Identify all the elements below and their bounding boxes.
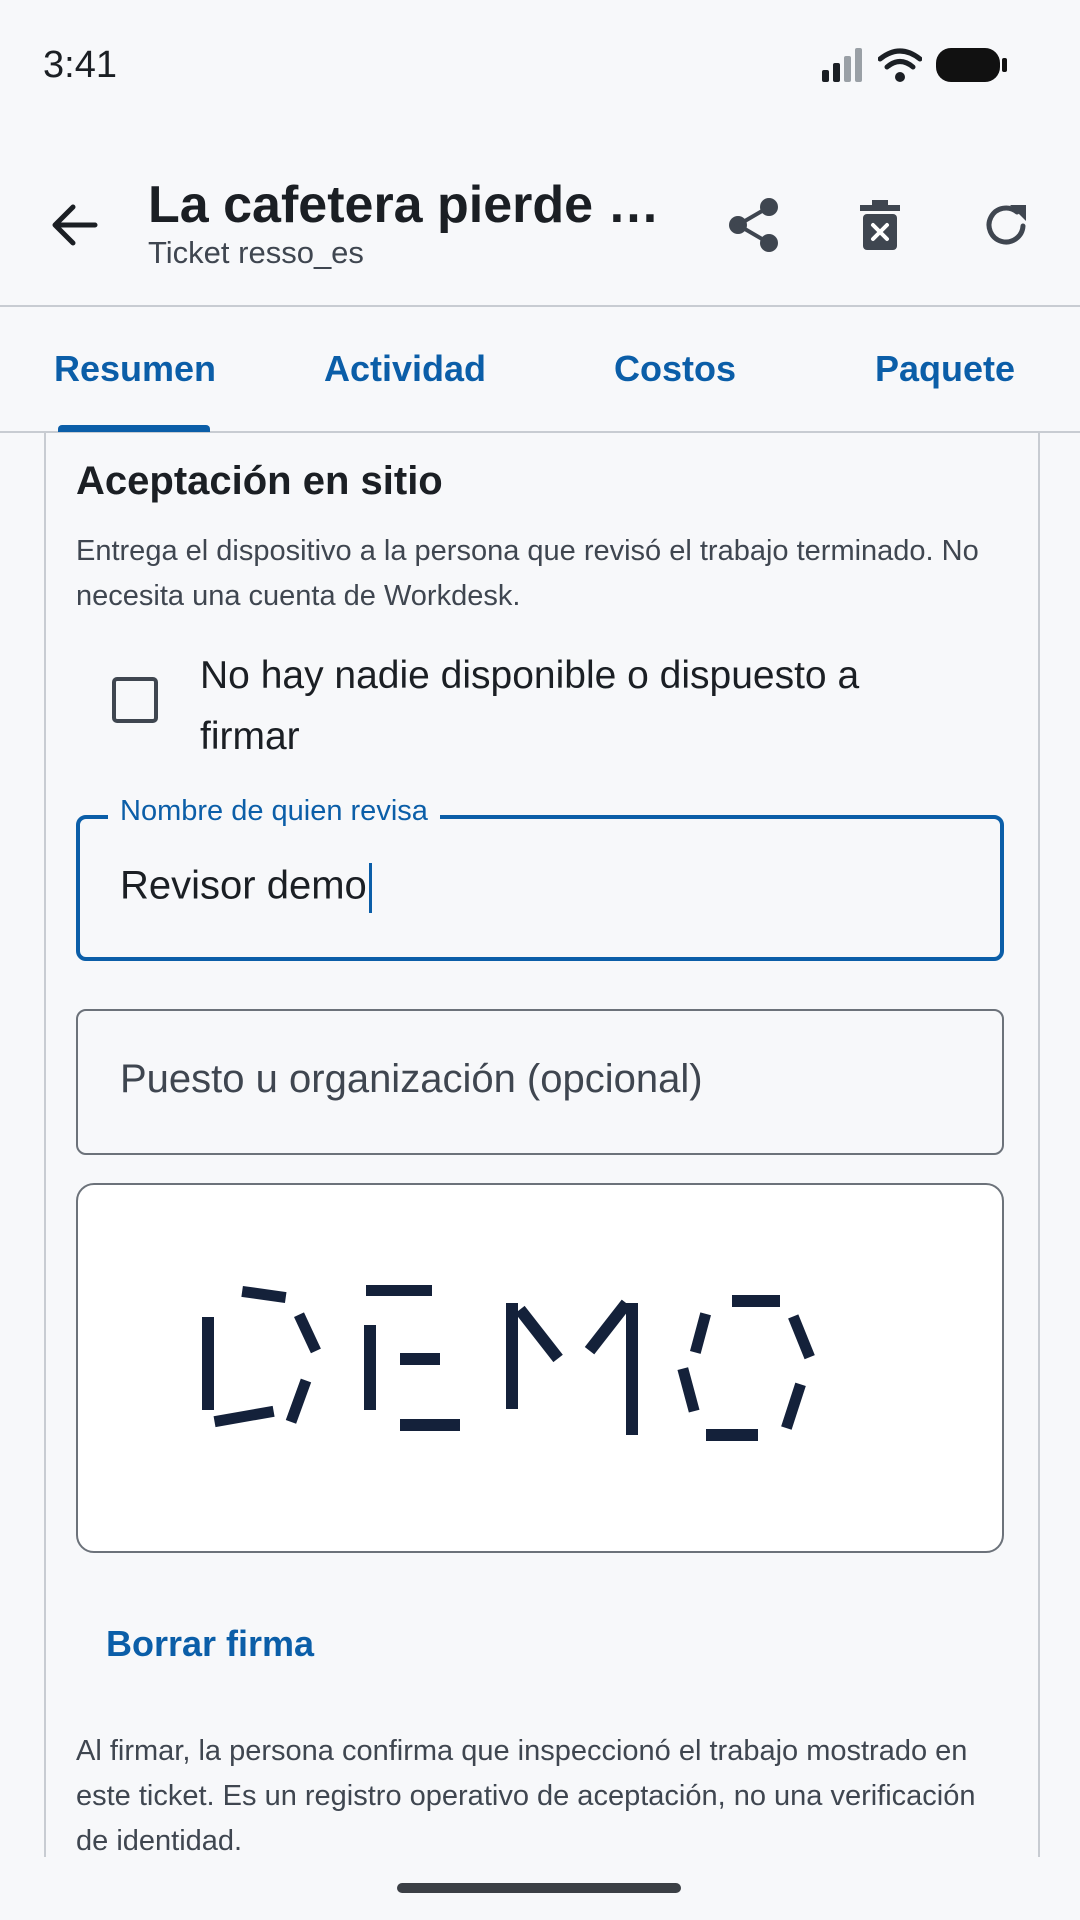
share-button[interactable] bbox=[714, 185, 794, 265]
status-icons bbox=[822, 46, 1008, 84]
tab-indicator bbox=[58, 425, 210, 432]
page-title: La cafetera pierde pr… bbox=[148, 176, 678, 234]
sig-stroke bbox=[781, 1382, 806, 1430]
no-signer-checkbox-row[interactable]: No hay nadie disponible o dispuesto a fi… bbox=[76, 645, 1006, 775]
sig-stroke bbox=[294, 1312, 321, 1354]
sig-stroke bbox=[400, 1419, 460, 1431]
signature-drawing bbox=[202, 1285, 815, 1441]
arrow-back-icon bbox=[52, 204, 98, 246]
sig-stroke bbox=[366, 1285, 432, 1296]
section-title: Aceptación en sitio bbox=[76, 459, 443, 503]
tab-actividad[interactable]: Actividad bbox=[305, 307, 505, 431]
app-bar: La cafetera pierde pr… Ticket resso_es bbox=[0, 135, 1080, 307]
sig-stroke bbox=[506, 1303, 518, 1409]
sig-stroke bbox=[689, 1312, 711, 1354]
role-field[interactable]: Puesto u organización (opcional) bbox=[76, 1009, 1004, 1155]
signal-icon bbox=[822, 48, 862, 82]
sig-stroke bbox=[241, 1285, 287, 1304]
sig-stroke bbox=[285, 1378, 312, 1424]
sig-stroke bbox=[626, 1303, 638, 1435]
refresh-button[interactable] bbox=[966, 185, 1046, 265]
share-icon bbox=[729, 198, 778, 252]
sig-stroke bbox=[515, 1305, 563, 1363]
tab-costos[interactable]: Costos bbox=[595, 307, 755, 431]
no-signer-checkbox-label: No hay nadie disponible o dispuesto a fi… bbox=[200, 654, 860, 758]
sig-stroke bbox=[202, 1317, 214, 1410]
disclaimer-text: Al firmar, la persona confirma que inspe… bbox=[76, 1735, 976, 1857]
battery-icon bbox=[936, 48, 1007, 82]
sig-stroke bbox=[364, 1325, 376, 1410]
tab-resumen[interactable]: Resumen bbox=[30, 307, 240, 431]
sig-stroke bbox=[400, 1353, 440, 1365]
section-description: Entrega el dispositivo a la persona que … bbox=[76, 535, 979, 612]
signature-strokes bbox=[202, 1285, 815, 1441]
sig-stroke bbox=[732, 1295, 780, 1307]
reviewer-name-label: Nombre de quien revisa bbox=[108, 795, 440, 828]
delete-button[interactable] bbox=[840, 185, 920, 265]
role-field-placeholder: Puesto u organización (opcional) bbox=[120, 1057, 703, 1101]
sig-stroke bbox=[584, 1299, 632, 1355]
text-cursor bbox=[368, 863, 372, 913]
sig-stroke bbox=[706, 1429, 758, 1441]
tab-bar: Resumen Actividad Costos Paquete bbox=[0, 307, 1080, 433]
status-bar: 3:41 bbox=[0, 0, 1080, 135]
reviewer-name-input[interactable]: Revisor demo bbox=[120, 863, 372, 913]
reviewer-name-field[interactable]: Nombre de quien revisa Revisor demo bbox=[76, 795, 1004, 961]
acceptance-card: Aceptación en sitio Entrega el dispositi… bbox=[44, 433, 1040, 1857]
sig-stroke bbox=[213, 1405, 275, 1428]
back-button[interactable] bbox=[40, 190, 110, 260]
no-signer-checkbox[interactable] bbox=[112, 677, 158, 723]
signature-pad[interactable] bbox=[76, 1183, 1004, 1553]
sig-stroke bbox=[677, 1367, 700, 1413]
page-subtitle: Ticket resso_es bbox=[148, 235, 364, 270]
sig-stroke bbox=[788, 1314, 815, 1360]
status-time: 3:41 bbox=[43, 44, 117, 86]
delete-icon bbox=[860, 200, 900, 250]
gesture-nav-handle[interactable] bbox=[397, 1883, 681, 1893]
tab-paquete[interactable]: Paquete bbox=[860, 307, 1030, 431]
wifi-icon bbox=[878, 48, 922, 82]
clear-signature-button[interactable]: Borrar firma bbox=[106, 1623, 314, 1665]
refresh-icon bbox=[986, 205, 1026, 245]
reviewer-name-value: Revisor demo bbox=[120, 863, 367, 908]
